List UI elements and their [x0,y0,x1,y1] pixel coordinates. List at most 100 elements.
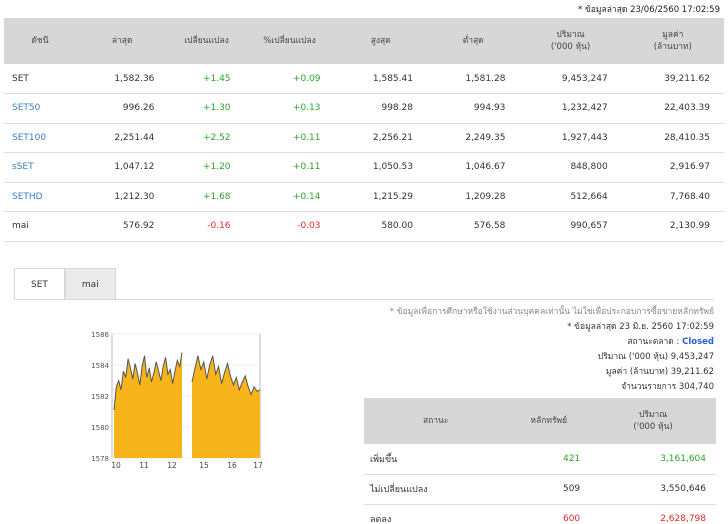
index-cell-low: 994.93 [426,93,520,124]
index-cell-high: 998.28 [334,93,427,124]
y-tick-label: 1580 [91,424,109,432]
index-cell-volume: 990,657 [519,211,622,242]
stat-count: 600 [507,504,591,524]
index-cell-value: 2,916.97 [621,152,724,183]
index-row[interactable]: SET50 996.26 +1.30 +0.13 998.28 994.93 1,232,4… [4,93,724,124]
column-header: ล่าสุด [75,18,169,64]
info-volume-row: ปริมาณ ('000 หุ้น) 9,453,247 [390,350,714,365]
index-cell-last: 1,212.30 [75,182,169,212]
index-cell-value: 7,768.40 [621,182,724,212]
y-tick-label: 1584 [91,362,109,370]
info-trades-row: จำนวนรายการ 304,740 [390,380,714,395]
market-tabs: SET mai [14,268,116,300]
stat-volume: 3,161,604 [590,444,716,475]
index-row[interactable]: SET100 2,251.44 +2.52 +0.11 2,256.21 2,249.35… [4,123,724,153]
tab-set[interactable]: SET [14,268,65,300]
index-cell-name[interactable]: SET100 [4,123,76,153]
advance-decline-table: สถานะ หลักทรัพย์ ปริมาณ ('000 หุ้น) เพิ่มขึ… [364,398,716,524]
index-cell-volume: 512,664 [519,182,622,212]
index-cell-name[interactable]: SETHD [4,182,76,212]
market-status-value: Closed [682,337,714,347]
x-tick-label: 10 [111,461,121,470]
index-cell-last: 996.26 [75,93,169,124]
column-header: ปริมาณ ('000 หุ้น) [590,398,716,444]
index-cell-change: +2.52 [168,123,245,153]
stat-row: ไม่เปลี่ยนแปลง 509 3,550,646 [364,474,716,505]
index-cell-volume: 1,927,443 [519,123,622,153]
stat-row: เพิ่มขึ้น 421 3,161,604 [364,444,716,475]
index-cell-value: 28,410.35 [621,123,724,153]
column-header: สถานะ [364,398,508,444]
index-cell-change: +1.68 [168,182,245,212]
info-value-value: 39,211.62 [670,367,714,377]
index-cell-name: SET [4,64,76,94]
index-cell-high: 2,256.21 [334,123,427,153]
column-header: ต่ำสุด [426,18,520,64]
index-cell-pct: +0.11 [244,123,335,153]
column-header: ปริมาณ ('000 หุ้น) [519,18,622,64]
index-row[interactable]: mai 576.92 -0.16 -0.03 580.00 576.58 990,657 2,… [4,211,724,242]
index-cell-change: -0.16 [168,211,245,242]
index-cell-pct: -0.03 [244,211,335,242]
market-info-panel: * ข้อมูลเพื่อการศึกษาหรือใช้งานส่วนบุคคล… [390,305,714,395]
market-status-row: สถานะตลาด : Closed [390,335,714,350]
column-header: %เปลี่ยนแปลง [244,18,335,64]
stat-volume: 2,628,798 [590,504,716,524]
stat-count: 509 [507,474,591,505]
info-trades-label: จำนวนรายการ [621,382,677,392]
index-cell-value: 39,211.62 [621,64,724,94]
x-tick-label: 12 [167,461,177,470]
index-cell-low: 576.58 [426,211,520,242]
index-cell-high: 580.00 [334,211,427,242]
index-row[interactable]: sSET 1,047.12 +1.20 +0.11 1,050.53 1,046.67 84… [4,152,724,183]
tab-divider [14,299,714,300]
index-cell-pct: +0.09 [244,64,335,94]
x-tick-label: 16 [227,461,237,470]
info-value-label: มูลค่า (ล้านบาท) [605,367,669,377]
index-cell-change: +1.45 [168,64,245,94]
index-cell-pct: +0.14 [244,182,335,212]
index-cell-volume: 9,453,247 [519,64,622,94]
stat-volume: 3,550,646 [590,474,716,505]
index-cell-pct: +0.11 [244,152,335,183]
column-header: มูลค่า (ล้านบาท) [621,18,724,64]
info-volume-label: ปริมาณ ('000 หุ้น) [597,352,669,362]
column-header: เปลี่ยนแปลง [168,18,245,64]
stat-label: ลดลง [364,504,508,524]
index-cell-change: +1.30 [168,93,245,124]
x-tick-label: 11 [139,461,149,470]
info-trades-value: 304,740 [678,382,714,392]
column-header: หลักทรัพย์ [507,398,591,444]
y-tick-label: 1582 [91,393,109,401]
stat-label: เพิ่มขึ้น [364,444,508,475]
index-summary-table: ดัชนี ล่าสุด เปลี่ยนแปลง %เปลี่ยนแปลง สูงสุด… [4,18,724,242]
x-tick-label: 17 [253,461,263,470]
intraday-chart: 1586 1584 1582 1580 157810 11 12 15 16 17 [91,331,263,470]
y-tick-label: 1578 [91,455,109,463]
index-cell-change: +1.20 [168,152,245,183]
index-row[interactable]: SET 1,582.36 +1.45 +0.09 1,585.41 1,581.28 9,4… [4,64,724,94]
index-cell-volume: 848,800 [519,152,622,183]
y-tick-label: 1586 [91,331,109,339]
index-cell-low: 2,249.35 [426,123,520,153]
index-cell-last: 2,251.44 [75,123,169,153]
index-table-header: ดัชนี ล่าสุด เปลี่ยนแปลง %เปลี่ยนแปลง สูงสุด… [4,18,724,64]
stat-table-header: สถานะ หลักทรัพย์ ปริมาณ ('000 หุ้น) [364,398,716,444]
index-cell-value: 22,403.39 [621,93,724,124]
stat-row: ลดลง 600 2,628,798 [364,504,716,524]
x-tick-label: 15 [199,461,209,470]
index-cell-last: 1,047.12 [75,152,169,183]
info-value-row: มูลค่า (ล้านบาท) 39,211.62 [390,365,714,380]
info-updated: * ข้อมูลล่าสุด 23 มิ.ย. 2560 17:02:59 [567,322,714,332]
column-header: สูงสุด [334,18,427,64]
index-cell-low: 1,581.28 [426,64,520,94]
index-cell-high: 1,050.53 [334,152,427,183]
index-row[interactable]: SETHD 1,212.30 +1.68 +0.14 1,215.29 1,209.28 5… [4,182,724,212]
column-header: ดัชนี [4,18,76,64]
tab-mai[interactable]: mai [64,268,116,300]
index-cell-last: 1,582.36 [75,64,169,94]
index-cell-volume: 1,232,427 [519,93,622,124]
index-cell-name[interactable]: sSET [4,152,76,183]
index-cell-low: 1,209.28 [426,182,520,212]
index-cell-name[interactable]: SET50 [4,93,76,124]
